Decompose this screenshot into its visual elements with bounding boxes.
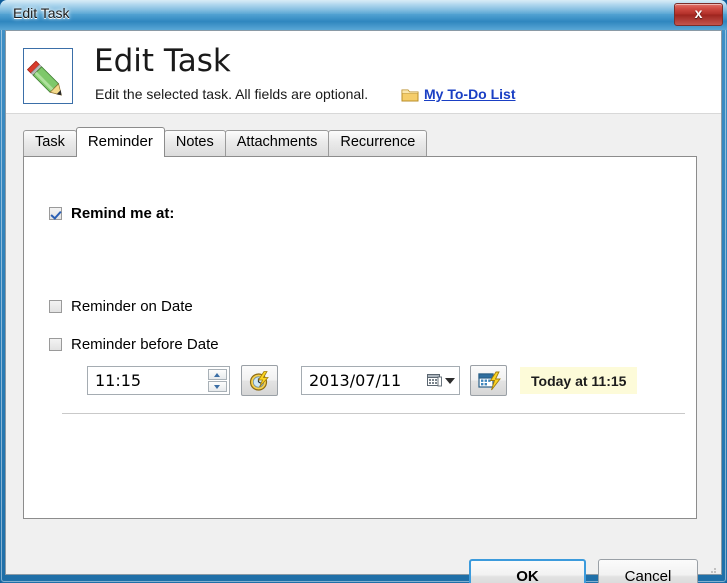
header-banner: Edit Task Edit the selected task. All fi…	[6, 31, 721, 114]
tab-reminder-label: Reminder	[87, 133, 153, 150]
section-divider	[62, 413, 685, 414]
page-title: Edit Task	[94, 43, 231, 79]
reminder-time-input[interactable]: 11:15	[87, 366, 230, 395]
remind-me-at-label: Remind me at:	[71, 205, 175, 222]
tab-attachments-label: Attachments	[236, 134, 318, 150]
tab-recurrence-label: Recurrence	[340, 134, 416, 150]
my-to-do-list-link[interactable]: My To-Do List	[424, 86, 516, 102]
tab-reminder[interactable]: Reminder	[75, 127, 165, 157]
title-bar[interactable]: Edit Task x	[0, 0, 727, 30]
chevron-down-icon	[445, 377, 455, 384]
chevron-down-icon[interactable]	[208, 381, 227, 392]
reminder-before-date-checkbox-row[interactable]: Reminder before Date	[49, 336, 219, 353]
tab-recurrence[interactable]: Recurrence	[328, 130, 428, 156]
chevron-up-icon[interactable]	[208, 369, 227, 380]
tab-notes[interactable]: Notes	[163, 130, 226, 156]
page-subtitle: Edit the selected task. All fields are o…	[95, 86, 369, 102]
reminder-summary-badge: Today at 11:15	[520, 367, 638, 394]
tab-attachments[interactable]: Attachments	[224, 130, 330, 156]
tab-task[interactable]: Task	[23, 130, 77, 156]
calendar-dropdown-icon[interactable]	[427, 373, 455, 388]
calendar-lightning-icon	[478, 371, 501, 391]
clock-lightning-icon	[249, 371, 269, 391]
edit-task-window: Edit Task x Edit Task Edit the selected …	[0, 0, 727, 583]
tab-notes-label: Notes	[175, 134, 214, 150]
cancel-button[interactable]: Cancel	[598, 559, 698, 583]
folder-icon	[401, 87, 419, 102]
close-button[interactable]: x	[674, 3, 723, 26]
title-bar-sheen	[0, 0, 727, 14]
resize-grip[interactable]	[707, 561, 717, 573]
reminder-on-date-checkbox-row[interactable]: Reminder on Date	[49, 298, 193, 315]
edit-pencil-icon	[23, 48, 73, 104]
set-time-now-button[interactable]	[241, 365, 278, 396]
close-icon: x	[694, 5, 703, 21]
reminder-on-date-checkbox[interactable]	[49, 300, 62, 313]
reminder-tab-panel: Remind me at: 11:15 2013/07/11 Today at …	[23, 156, 697, 519]
reminder-date-value: 2013/07/11	[309, 371, 402, 390]
reminder-before-date-checkbox[interactable]	[49, 338, 62, 351]
reminder-time-stepper[interactable]	[208, 369, 227, 392]
tab-strip: Task Reminder Notes Attachments Recurren…	[23, 127, 428, 157]
ok-button[interactable]: OK	[469, 559, 586, 583]
tab-task-label: Task	[35, 134, 65, 150]
reminder-before-date-label: Reminder before Date	[71, 336, 219, 353]
client-area: Edit Task Edit the selected task. All fi…	[5, 30, 722, 583]
window-title: Edit Task	[13, 5, 70, 21]
set-date-today-button[interactable]	[470, 365, 507, 396]
reminder-date-input[interactable]: 2013/07/11	[301, 366, 460, 395]
remind-me-at-checkbox[interactable]	[49, 207, 62, 220]
reminder-on-date-label: Reminder on Date	[71, 298, 193, 315]
reminder-time-value: 11:15	[95, 371, 142, 390]
remind-me-at-checkbox-row[interactable]: Remind me at:	[49, 205, 174, 222]
